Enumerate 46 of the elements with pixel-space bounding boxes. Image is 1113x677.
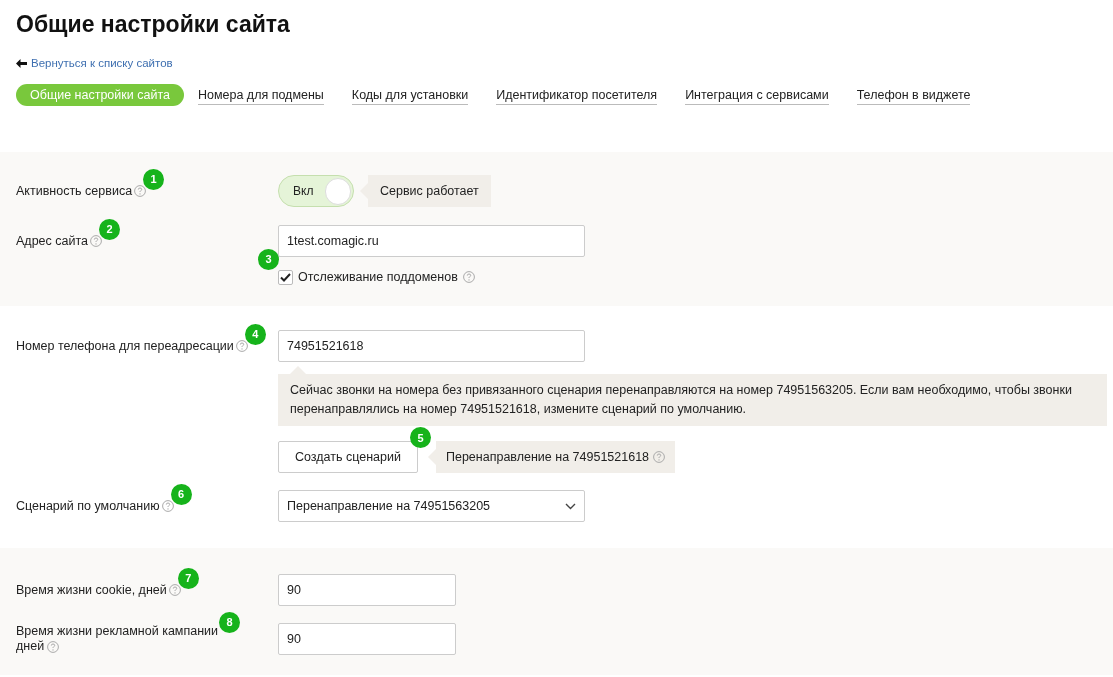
page-title: Общие настройки сайта: [16, 10, 291, 38]
number-badge: 7: [177, 567, 199, 589]
tab[interactable]: Телефон в виджете: [856, 85, 971, 105]
scenario-dropdown[interactable]: Перенаправление на 74951563205: [278, 490, 585, 523]
number-badge: 8: [219, 612, 241, 634]
text-input[interactable]: 90: [278, 623, 456, 656]
back-link[interactable]: Вернуться к списку сайтов: [31, 55, 173, 73]
help-icon[interactable]: [235, 340, 248, 353]
field-label: Время жизни cookie, дней: [16, 581, 167, 599]
field-label: Адрес сайта: [16, 232, 88, 250]
chevron-down-icon: [565, 502, 576, 510]
checkbox[interactable]: [278, 269, 293, 285]
text-input[interactable]: 1test.comagic.ru: [278, 225, 585, 258]
tab[interactable]: Интеграция с сервисами: [685, 85, 829, 105]
field-label: дней: [16, 639, 45, 655]
tab[interactable]: Номера для подмены: [197, 85, 324, 105]
help-icon[interactable]: [161, 500, 174, 513]
help-icon[interactable]: [168, 584, 181, 597]
status-tooltip: Сервис работает: [368, 175, 491, 208]
number-badge: 2: [99, 218, 120, 240]
number-badge: 3: [258, 248, 279, 270]
info-notice: Сейчас звонки на номера без привязанного сценария перенаправляются на номер 74951563205. Если вам необходимо, чтобы звонки перенаправлялись на номер 74951521618, измените сценарий по умолчанию.: [278, 374, 1107, 427]
tab[interactable]: Идентификатор посетителя: [496, 85, 658, 105]
field-label: Активность сервиса: [16, 182, 133, 200]
toggle-label: Вкл: [292, 183, 315, 201]
number-badge: 6: [170, 483, 192, 505]
toggle-switch[interactable]: Вкл: [278, 175, 354, 208]
field-label: Время жизни рекламной кампании: [16, 624, 219, 640]
help-icon[interactable]: [134, 185, 147, 198]
arrow-left-icon: [16, 59, 27, 69]
checkmark-icon: [280, 272, 291, 282]
text-input[interactable]: 90: [278, 574, 456, 607]
field-label: Номер телефона для переадресации: [16, 337, 234, 355]
text-input[interactable]: 74951521618: [278, 330, 585, 363]
help-icon[interactable]: [90, 235, 102, 248]
help-icon[interactable]: [653, 451, 666, 464]
checkbox-label: Отслеживание поддоменов: [298, 268, 458, 286]
number-badge: 1: [143, 168, 165, 190]
help-icon[interactable]: [462, 271, 475, 284]
create-scenario-button[interactable]: Создать сценарий: [278, 441, 418, 474]
help-icon[interactable]: [47, 640, 60, 653]
redirect-note: Перенаправление на 74951521618: [446, 448, 650, 466]
number-badge: 4: [244, 323, 266, 345]
field-label: Сценарий по умолчанию: [16, 497, 160, 515]
tab[interactable]: Коды для установки: [351, 85, 469, 105]
number-badge: 5: [410, 427, 431, 449]
